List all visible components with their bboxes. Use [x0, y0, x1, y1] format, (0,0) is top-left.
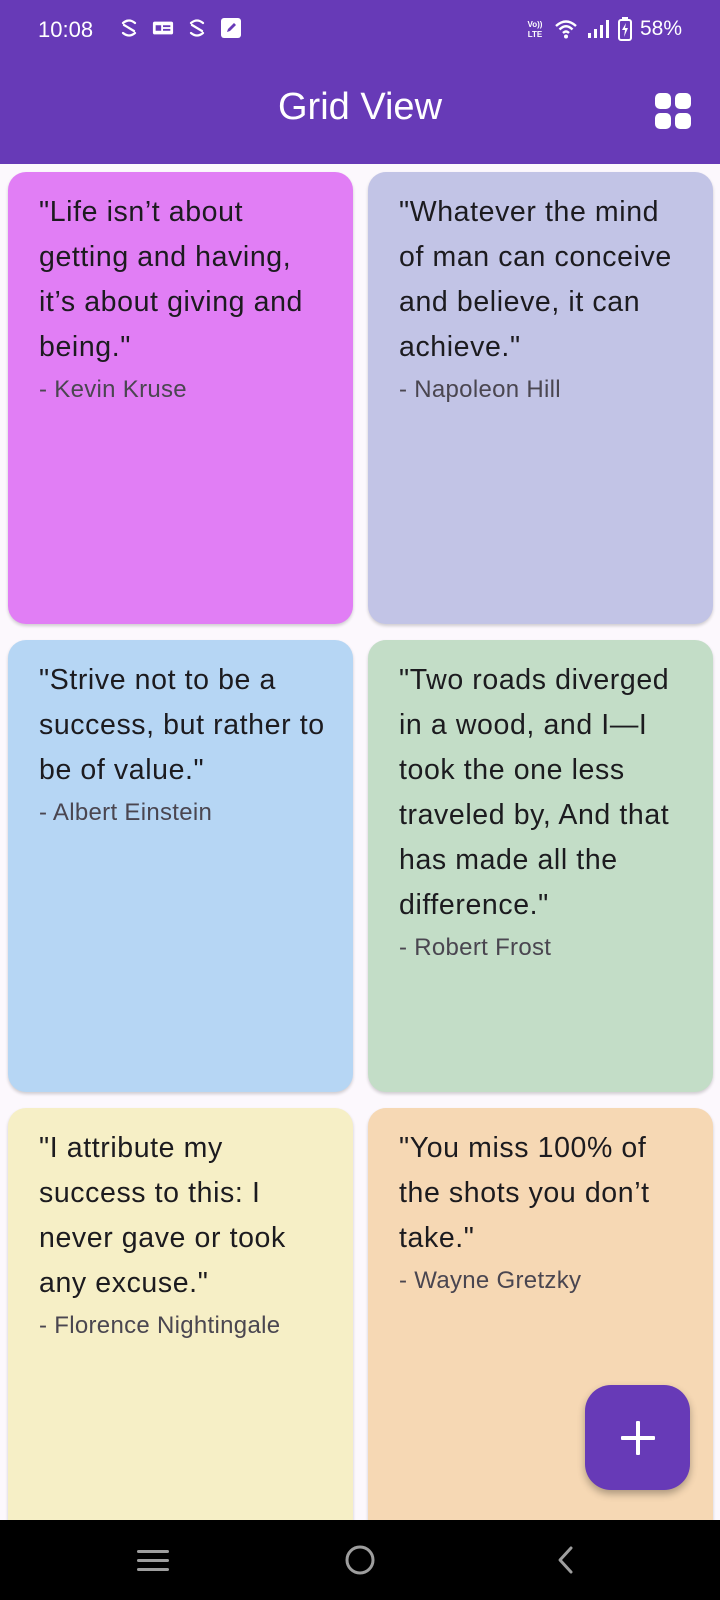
svg-text:LTE: LTE: [528, 30, 543, 39]
id-card-icon: [152, 21, 174, 35]
status-bar: 10:08 Vo)) LTE 58%: [0, 0, 720, 62]
screen: 10:08 Vo)) LTE 58% Grid View "Life isn’t…: [0, 0, 720, 1600]
quote-author: - Kevin Kruse: [39, 376, 187, 403]
quote-author: - Albert Einstein: [39, 799, 213, 826]
home-button[interactable]: [338, 1538, 382, 1582]
quote-text: "I attribute my success to this: I never…: [39, 1132, 286, 1299]
quote-text: "You miss 100% of the shots you don’t ta…: [399, 1132, 650, 1254]
s-notification-icon: [121, 19, 137, 37]
home-icon: [345, 1545, 375, 1575]
grid-view-icon: [655, 93, 691, 129]
quote-author: - Florence Nightingale: [39, 1312, 281, 1339]
volte-icon: Vo)) LTE: [527, 20, 543, 39]
wifi-icon: [555, 20, 577, 39]
quotes-grid: "Life isn’t about getting and having, it…: [0, 164, 720, 1520]
back-button[interactable]: [545, 1538, 589, 1582]
app-bar: Grid View: [0, 62, 720, 164]
status-notification-icons: [118, 17, 242, 39]
quote-text: "Two roads diverged in a wood, and I—I t…: [399, 664, 670, 921]
svg-text:Vo)): Vo)): [527, 20, 542, 29]
navigation-bar: [0, 1520, 720, 1600]
add-icon: [620, 1420, 655, 1455]
battery-charging-icon: [617, 17, 632, 41]
quote-card[interactable]: "Strive not to be a success, but rather …: [8, 640, 353, 1092]
quote-card[interactable]: "Whatever the mind of man can conceive a…: [368, 172, 713, 624]
edit-note-icon: [221, 18, 241, 38]
page-title: Grid View: [277, 86, 443, 128]
recents-icon: [137, 1550, 169, 1571]
status-system-icons: Vo)) LTE 58%: [524, 17, 682, 41]
quote-card[interactable]: "I attribute my success to this: I never…: [8, 1108, 353, 1520]
quote-author: - Robert Frost: [399, 934, 552, 961]
add-quote-button[interactable]: [585, 1385, 690, 1490]
cell-signal-icon: [587, 20, 609, 38]
status-time: 10:08: [38, 17, 94, 42]
s-notification-icon: [189, 19, 205, 37]
quote-author: - Wayne Gretzky: [399, 1267, 582, 1294]
recents-button[interactable]: [131, 1538, 175, 1582]
quote-author: - Napoleon Hill: [399, 376, 561, 403]
back-icon: [558, 1546, 573, 1574]
battery-percentage: 58%: [639, 17, 682, 40]
quote-card[interactable]: "Two roads diverged in a wood, and I—I t…: [368, 640, 713, 1092]
quote-card[interactable]: "Life isn’t about getting and having, it…: [8, 172, 353, 624]
quote-text: "Strive not to be a success, but rather …: [39, 664, 325, 786]
quote-text: "Whatever the mind of man can conceive a…: [399, 196, 672, 363]
quote-text: "Life isn’t about getting and having, it…: [39, 196, 304, 363]
grid-view-toggle-button[interactable]: [653, 91, 693, 131]
